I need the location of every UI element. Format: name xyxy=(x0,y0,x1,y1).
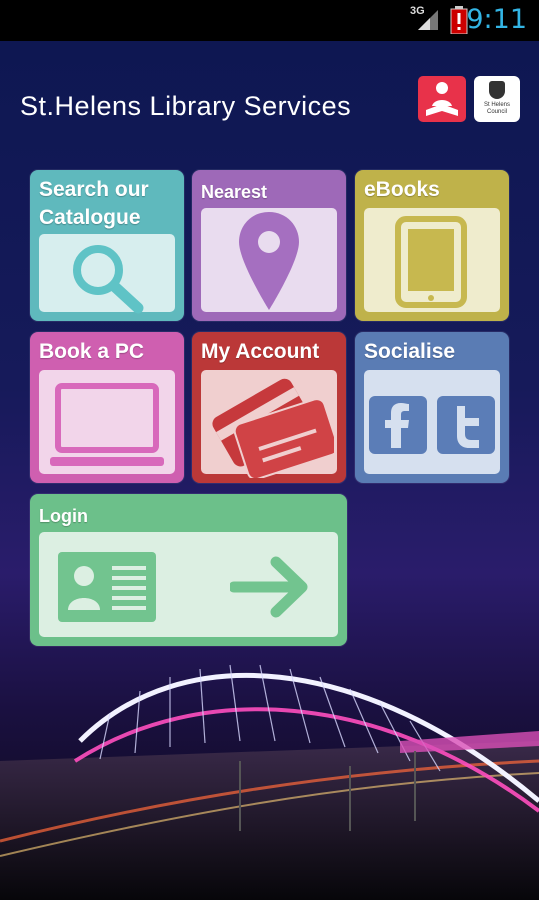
library-logo xyxy=(418,76,466,122)
page-title: St.Helens Library Services xyxy=(20,91,352,121)
my-account-tile[interactable]: My Account xyxy=(192,332,346,483)
crest-icon xyxy=(489,81,505,99)
council-logo: St Helens Council xyxy=(474,76,520,122)
tile-label: My Account xyxy=(201,340,320,363)
nearest-libraries-tile[interactable]: Nearest Libraries xyxy=(192,170,346,321)
tile-label: Book a PC xyxy=(39,340,145,363)
battery-icon xyxy=(450,6,468,34)
search-catalogue-tile[interactable]: Search our Catalogue xyxy=(30,170,184,321)
login-tile[interactable]: Login xyxy=(30,494,347,646)
map-pin-icon xyxy=(239,212,299,310)
tile-label: Socialise xyxy=(364,340,456,363)
tile-label: eBooks xyxy=(364,178,440,201)
arrow-right-icon xyxy=(230,556,308,618)
tablet-icon xyxy=(395,216,467,308)
magnifier-icon xyxy=(73,245,144,314)
reading-person-icon xyxy=(426,82,458,116)
id-card-icon xyxy=(58,552,156,622)
facebook-icon[interactable] xyxy=(369,396,427,454)
ebooks-tile[interactable]: eBooks xyxy=(355,170,509,321)
credit-cards-icon xyxy=(212,378,334,478)
twitter-icon[interactable] xyxy=(437,396,495,454)
laptop-icon xyxy=(50,383,164,466)
clock: 9:11 xyxy=(466,4,527,35)
signal-icon xyxy=(418,10,438,30)
socialise-tile[interactable]: Socialise xyxy=(355,332,509,483)
tile-label: Login xyxy=(39,506,88,526)
tile-label: Search our Catalogue xyxy=(39,178,149,229)
book-a-pc-tile[interactable]: Book a PC xyxy=(30,332,184,483)
status-bar: 3G 9:11 xyxy=(0,0,539,41)
